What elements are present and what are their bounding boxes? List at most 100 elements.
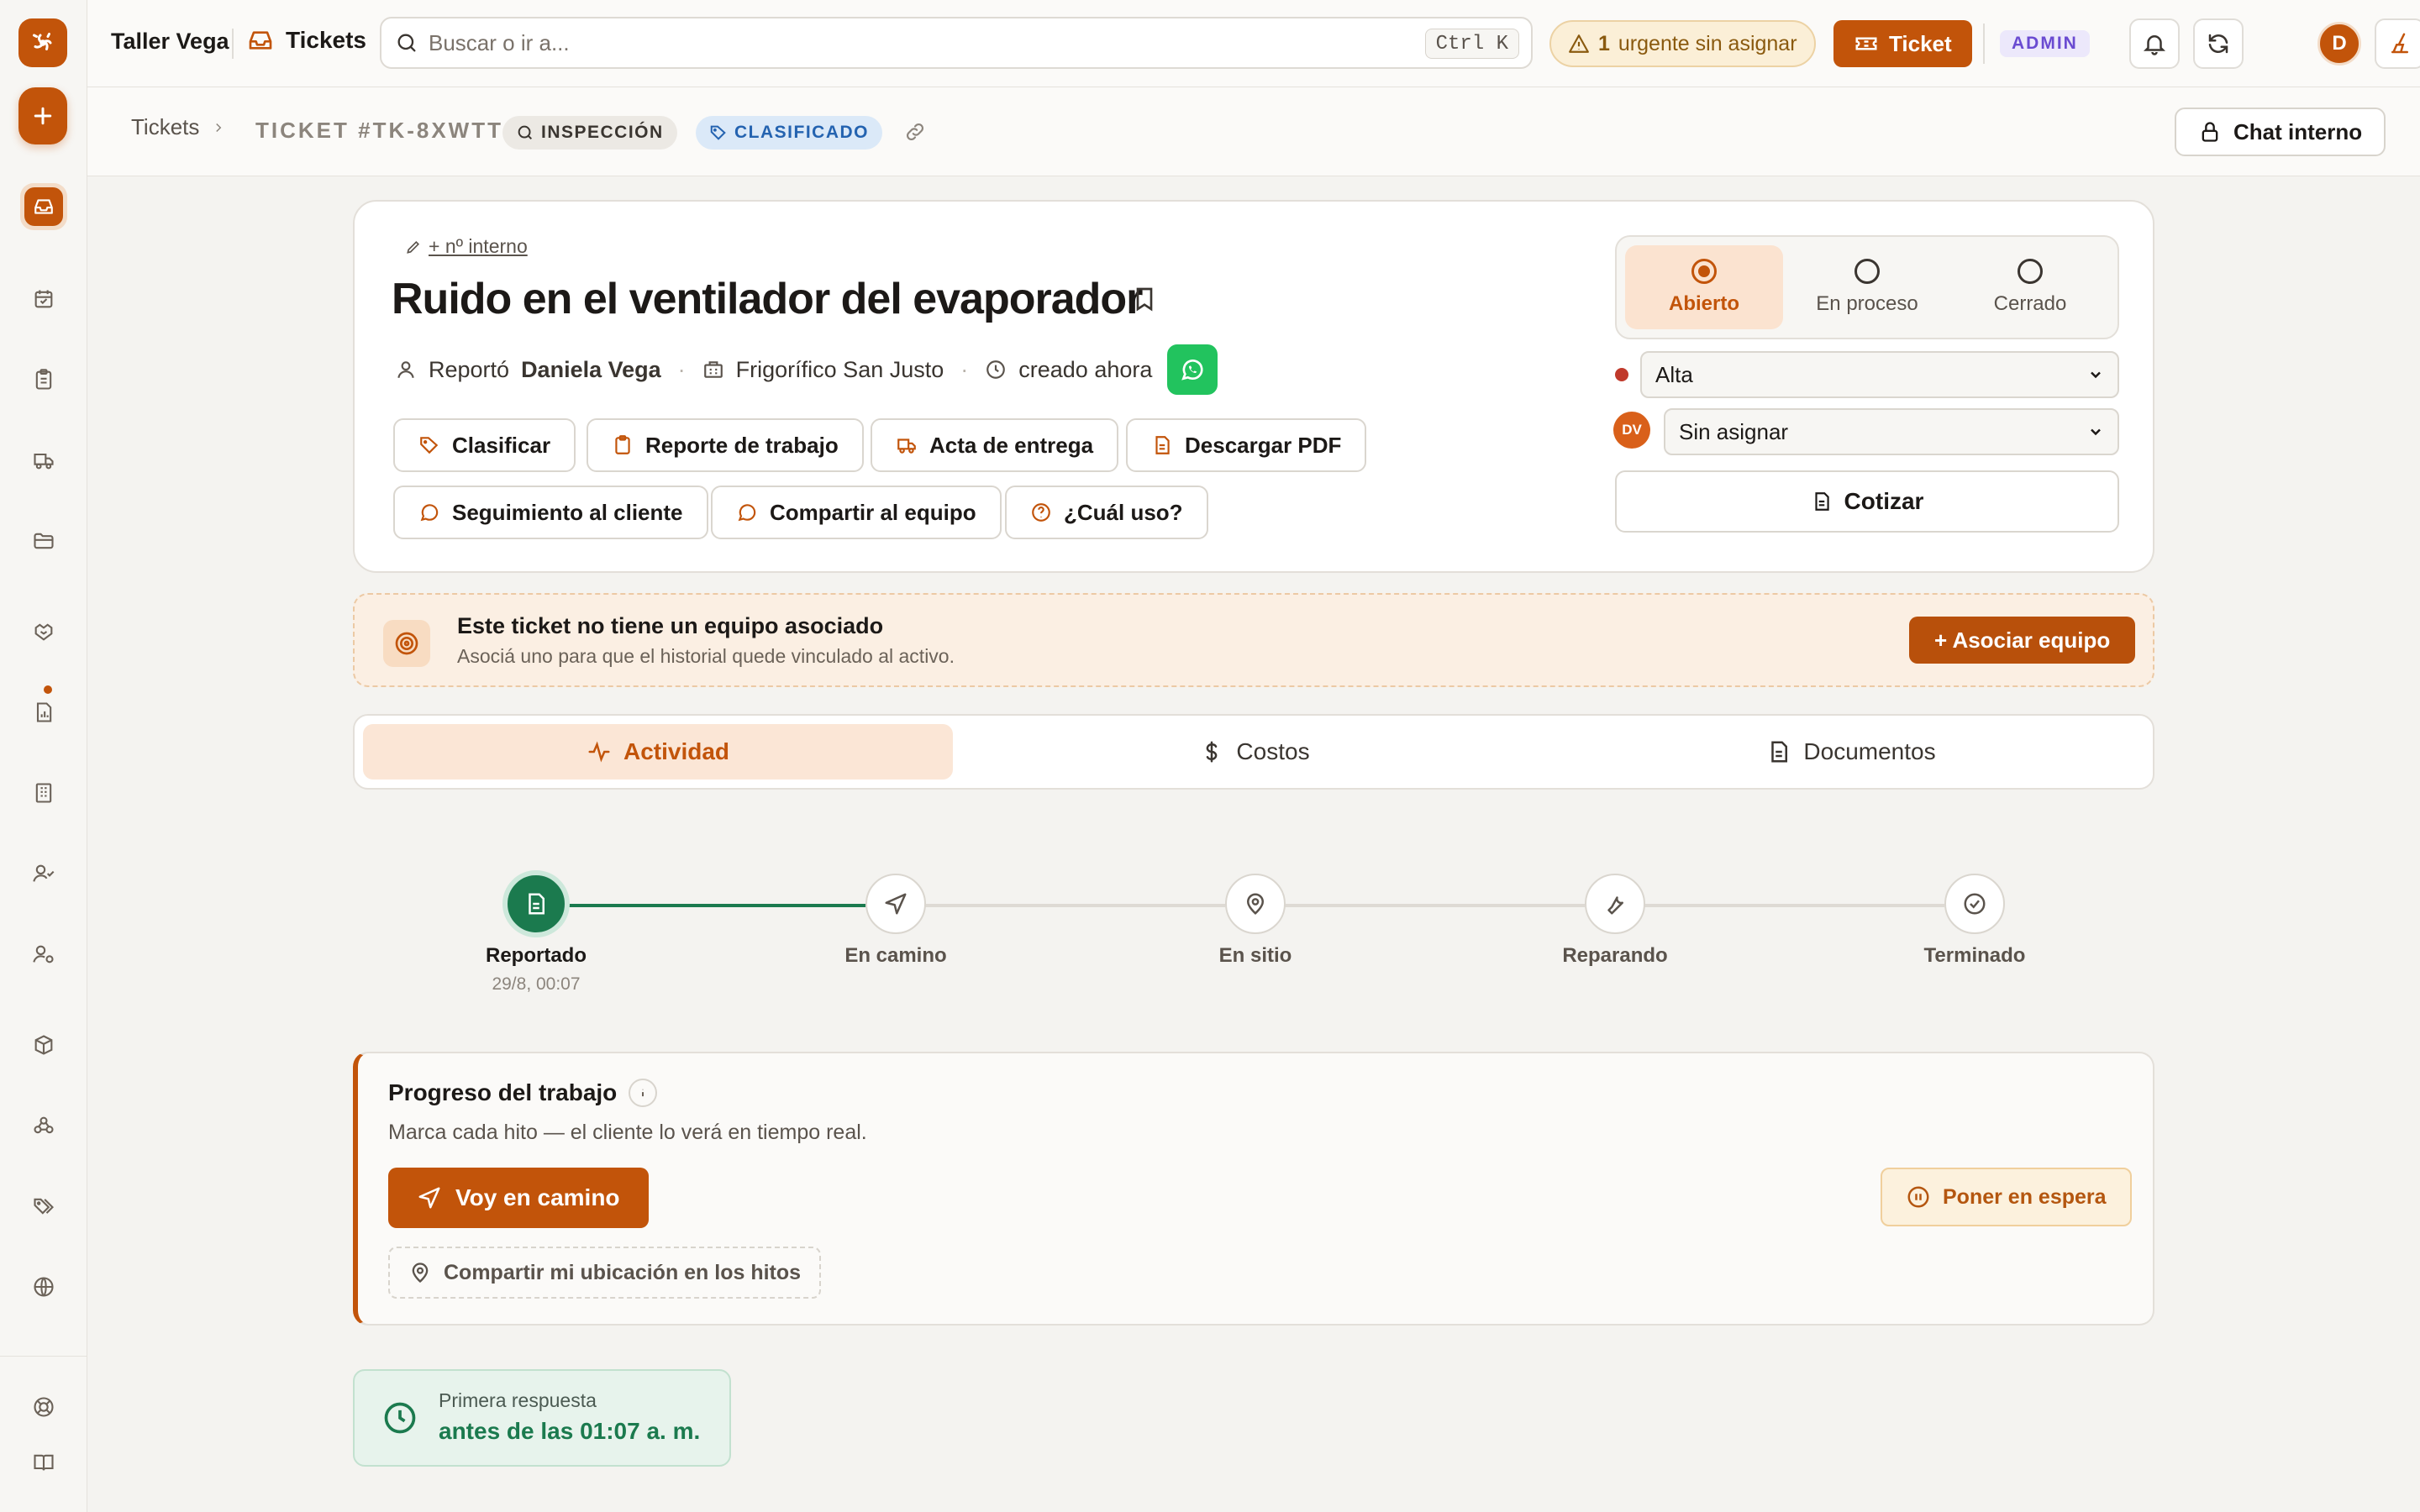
calendar-icon[interactable] bbox=[20, 276, 67, 323]
first-response-sla: Primera respuesta antes de las 01:07 a. … bbox=[353, 1369, 731, 1467]
broom-button[interactable] bbox=[2375, 18, 2420, 69]
inbox-icon bbox=[24, 187, 63, 226]
lock-icon bbox=[2198, 120, 2222, 144]
tags-icon[interactable] bbox=[20, 1183, 67, 1230]
whatsapp-icon bbox=[418, 501, 440, 523]
ticket-header-card: + nº interno Ruido en el ventilador del … bbox=[353, 200, 2154, 573]
put-on-hold-button[interactable]: Poner en espera bbox=[1881, 1168, 2132, 1226]
activity-icon bbox=[587, 739, 612, 764]
timeline-label: Reportado bbox=[486, 944, 587, 967]
share-location-label: Compartir mi ubicación en los hitos bbox=[444, 1260, 802, 1284]
building-icon bbox=[702, 359, 724, 381]
new-ticket-label: Ticket bbox=[1889, 30, 1952, 56]
box-icon[interactable] bbox=[20, 1021, 67, 1068]
user-settings-icon[interactable] bbox=[20, 931, 67, 978]
search-input[interactable] bbox=[429, 29, 1353, 56]
navigation-icon bbox=[417, 1185, 442, 1210]
status-option-in-progress[interactable]: En proceso bbox=[1788, 245, 1946, 329]
share-team-label: Compartir al equipo bbox=[770, 499, 976, 525]
whatsapp-icon bbox=[736, 501, 758, 523]
status-option-closed[interactable]: Cerrado bbox=[1951, 245, 2109, 329]
truck-icon[interactable] bbox=[20, 437, 67, 484]
clipboard-icon bbox=[612, 434, 634, 456]
target-icon bbox=[383, 620, 430, 667]
urgent-unassigned-badge[interactable]: 1 urgente sin asignar bbox=[1549, 20, 1816, 67]
sidebar-item-inbox[interactable] bbox=[20, 183, 67, 230]
classify-button[interactable]: Clasificar bbox=[393, 418, 576, 472]
client-followup-label: Seguimiento al cliente bbox=[452, 499, 683, 525]
internal-chat-label: Chat interno bbox=[2233, 118, 2363, 144]
associate-equipment-button[interactable]: + Asociar equipo bbox=[1909, 617, 2136, 664]
quote-label: Cotizar bbox=[1844, 488, 1924, 514]
logo-icon[interactable] bbox=[18, 18, 67, 67]
breadcrumb-tickets-link[interactable]: Tickets bbox=[131, 114, 199, 140]
org-name[interactable]: Taller Vega bbox=[111, 29, 229, 55]
lifebuoy-icon[interactable] bbox=[20, 1383, 67, 1431]
share-team-button[interactable]: Compartir al equipo bbox=[711, 486, 1002, 539]
ticket-id: TICKET #TK-8XWTT bbox=[255, 118, 503, 143]
internal-chat-button[interactable]: Chat interno bbox=[2175, 108, 2386, 156]
assignee-value: Sin asignar bbox=[1679, 418, 1789, 444]
bookmark-icon[interactable] bbox=[1131, 286, 1158, 312]
sidebar bbox=[0, 0, 87, 1512]
tab-activity[interactable]: Actividad bbox=[363, 724, 953, 780]
assignee-select[interactable]: Sin asignar bbox=[1664, 408, 2119, 455]
refresh-button[interactable] bbox=[2193, 18, 2244, 69]
client-followup-button[interactable]: Seguimiento al cliente bbox=[393, 486, 708, 539]
status-open-label: Abierto bbox=[1669, 292, 1739, 315]
whatsapp-icon bbox=[1179, 356, 1206, 383]
which-use-button[interactable]: ¿Cuál uso? bbox=[1005, 486, 1208, 539]
timeline-connector bbox=[1284, 904, 1585, 907]
urgent-text: urgente sin asignar bbox=[1618, 31, 1797, 55]
timeline-step-on-site bbox=[1225, 874, 1286, 934]
user-avatar[interactable]: D bbox=[2317, 22, 2361, 66]
work-report-label: Reporte de trabajo bbox=[645, 432, 839, 458]
delivery-record-label: Acta de entrega bbox=[929, 432, 1094, 458]
notifications-button[interactable] bbox=[2129, 18, 2180, 69]
tab-documents[interactable]: Documentos bbox=[1556, 724, 2146, 780]
building-icon[interactable] bbox=[20, 769, 67, 816]
user-check-icon[interactable] bbox=[20, 850, 67, 897]
reporter-name[interactable]: Daniela Vega bbox=[521, 357, 661, 383]
download-pdf-button[interactable]: Descargar PDF bbox=[1126, 418, 1367, 472]
on-my-way-label: Voy en camino bbox=[455, 1184, 620, 1210]
client-name[interactable]: Frigorífico San Justo bbox=[736, 357, 944, 383]
quote-button[interactable]: Cotizar bbox=[1615, 470, 2119, 533]
map-pin-icon bbox=[1243, 891, 1268, 916]
status-in-progress-label: En proceso bbox=[1816, 292, 1918, 315]
work-progress-heading: Progreso del trabajo bbox=[388, 1079, 658, 1107]
report-icon[interactable] bbox=[20, 689, 67, 736]
classify-label: Clasificar bbox=[452, 432, 551, 458]
download-pdf-label: Descargar PDF bbox=[1185, 432, 1342, 458]
on-my-way-button[interactable]: Voy en camino bbox=[388, 1168, 649, 1228]
search-icon bbox=[516, 123, 534, 142]
put-on-hold-label: Poner en espera bbox=[1943, 1184, 2107, 1209]
status-option-open[interactable]: Abierto bbox=[1625, 245, 1783, 329]
new-ticket-button[interactable]: Ticket bbox=[1833, 20, 1972, 67]
work-report-button[interactable]: Reporte de trabajo bbox=[587, 418, 864, 472]
network-icon[interactable] bbox=[20, 1102, 67, 1149]
delivery-record-button[interactable]: Acta de entrega bbox=[871, 418, 1119, 472]
plus-icon[interactable] bbox=[18, 87, 67, 144]
globe-icon[interactable] bbox=[20, 1263, 67, 1310]
dollar-icon bbox=[1199, 739, 1224, 764]
handshake-icon[interactable] bbox=[20, 608, 67, 655]
priority-select[interactable]: Alta bbox=[1640, 351, 2119, 398]
status-selector: Abierto En proceso Cerrado bbox=[1615, 235, 2119, 339]
tab-documents-label: Documentos bbox=[1803, 738, 1936, 764]
internal-number-link[interactable]: + nº interno bbox=[405, 235, 528, 258]
breadcrumb: Tickets bbox=[131, 114, 226, 140]
stage-badge-label: INSPECCIÓN bbox=[541, 123, 664, 142]
info-icon[interactable] bbox=[629, 1079, 658, 1107]
search-bar[interactable]: Ctrl K bbox=[380, 17, 1533, 69]
timeline-step-finished bbox=[1944, 874, 2005, 934]
book-icon[interactable] bbox=[20, 1439, 67, 1486]
document-icon bbox=[523, 891, 549, 916]
link-icon[interactable] bbox=[904, 121, 926, 143]
timeline-connector-done bbox=[536, 904, 865, 907]
clipboard-icon[interactable] bbox=[20, 356, 67, 403]
folder-icon[interactable] bbox=[20, 517, 67, 564]
whatsapp-button[interactable] bbox=[1167, 344, 1218, 395]
share-location-toggle[interactable]: Compartir mi ubicación en los hitos bbox=[388, 1247, 822, 1299]
tab-costs[interactable]: Costos bbox=[960, 724, 1549, 780]
